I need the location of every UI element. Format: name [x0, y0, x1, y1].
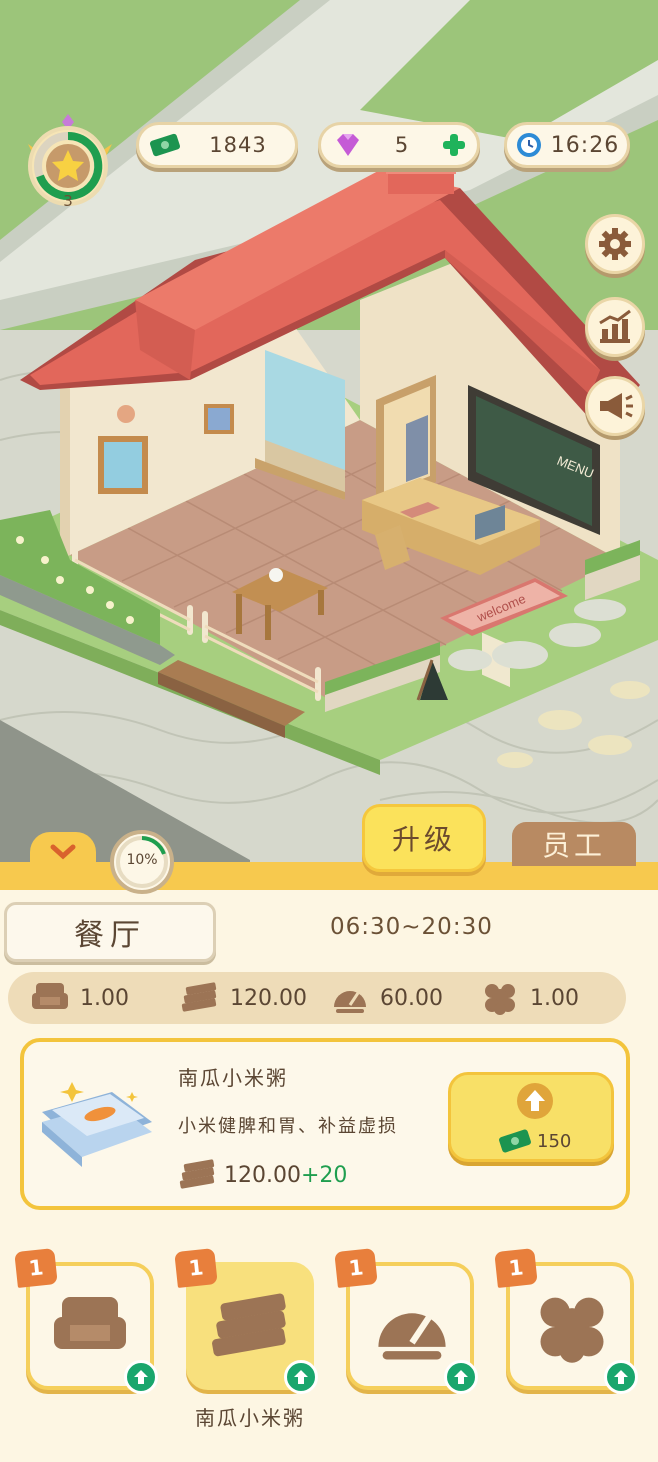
customer-icon	[540, 1297, 604, 1363]
cash-counter[interactable]: 1843	[136, 122, 298, 168]
level-badge: 1	[174, 1248, 218, 1288]
stat-seats: 1.00	[30, 972, 129, 1024]
item-description: 小米健脾和胃、补益虚损	[178, 1116, 398, 1137]
menu-item-card: 南瓜小米粥 小米健脾和胃、补益虚损 120.00 +20 150	[20, 1038, 630, 1210]
upgrade-item-button[interactable]: 150	[448, 1072, 614, 1162]
gear-icon	[599, 228, 631, 260]
game-clock: 16:26	[504, 122, 630, 168]
upgrade-card-seats[interactable]: 1	[14, 1248, 158, 1394]
level-badge: 1	[14, 1248, 58, 1288]
cash-value: 1843	[209, 133, 267, 157]
growth-chart-icon	[599, 309, 631, 343]
gem-icon	[333, 132, 363, 158]
tab-upgrade[interactable]: 升级	[362, 804, 486, 872]
upgrade-card-income[interactable]: 1	[174, 1248, 318, 1394]
tab-upgrade-label: 升级	[391, 823, 456, 856]
add-gems-button[interactable]	[441, 132, 467, 158]
opening-hours: 06:30~20:30	[330, 914, 493, 940]
customer-icon	[485, 984, 515, 1015]
money-stack-icon	[179, 1159, 215, 1189]
stat-income-value: 120.00	[230, 985, 307, 1011]
clock-icon	[515, 131, 543, 159]
sofa-icon	[32, 983, 68, 1009]
chevron-down-icon	[50, 844, 76, 860]
item-name: 南瓜小米粥	[178, 1066, 288, 1090]
clock-value: 16:26	[550, 132, 620, 158]
speedometer-icon	[334, 991, 366, 1013]
upgrade-card-customers[interactable]: 1	[494, 1248, 638, 1394]
level-badge: 1	[334, 1248, 378, 1288]
item-income: 120.00 +20	[178, 1158, 347, 1192]
announcement-button[interactable]	[585, 376, 645, 436]
plus-icon	[443, 134, 465, 156]
stat-customers-value: 1.00	[530, 985, 579, 1011]
restaurant-scene: MENU welcome 3 1843 5 16:26	[0, 0, 658, 870]
level-number: 3	[63, 192, 73, 210]
item-income-value: 120.00	[224, 1162, 301, 1188]
selected-card-label: 南瓜小米粥	[195, 1406, 305, 1430]
room-progress-ring: 10%	[110, 830, 174, 894]
arrow-up-circle-icon	[517, 1083, 553, 1119]
cash-icon	[149, 133, 181, 157]
upgrade-available-icon	[444, 1360, 478, 1394]
recipe-book-icon	[42, 1082, 152, 1167]
upgrade-available-icon	[604, 1360, 638, 1394]
stats-button[interactable]	[585, 297, 645, 357]
progress-percent: 10%	[126, 852, 158, 868]
megaphone-icon	[600, 393, 633, 419]
level-badge: 1	[494, 1248, 538, 1288]
speedometer-icon	[378, 1313, 446, 1360]
panel-header-bar	[0, 862, 658, 890]
stats-bar: 1.00 120.00 60.00 1.00	[8, 972, 626, 1024]
upgrade-card-speed[interactable]: 1	[334, 1248, 478, 1394]
stat-speed-value: 60.00	[380, 985, 443, 1011]
upgrade-cost: 150	[537, 1131, 572, 1152]
room-name: 餐厅	[74, 918, 146, 953]
settings-button[interactable]	[585, 214, 645, 274]
stat-seats-value: 1.00	[80, 985, 129, 1011]
upgrade-available-icon	[124, 1360, 158, 1394]
gem-counter[interactable]: 5	[318, 122, 480, 168]
sofa-icon	[54, 1297, 126, 1349]
room-name-plate: 餐厅	[4, 902, 216, 962]
money-stack-icon	[212, 1293, 286, 1357]
stat-speed: 60.00	[330, 972, 443, 1024]
tab-staff-label: 员工	[541, 829, 606, 862]
stat-customers: 1.00	[480, 972, 579, 1024]
gem-value: 5	[394, 133, 410, 157]
stat-income: 120.00	[180, 972, 307, 1024]
tab-staff[interactable]: 员工	[512, 822, 636, 866]
upgrade-available-icon	[284, 1360, 318, 1394]
collapse-panel-button[interactable]	[30, 832, 96, 872]
level-badge[interactable]: 3	[20, 114, 120, 220]
cash-icon	[499, 1129, 531, 1153]
money-stack-icon	[181, 982, 217, 1012]
item-income-bonus: +20	[300, 1162, 348, 1188]
